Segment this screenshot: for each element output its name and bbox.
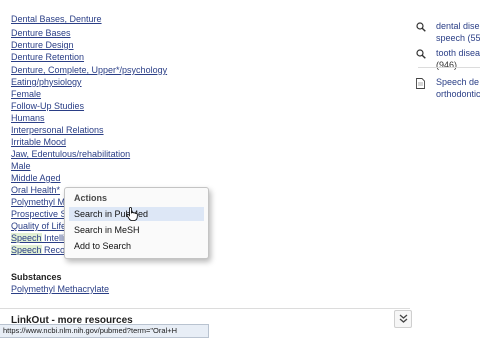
related-search-text: speech (55 (436, 33, 480, 43)
mesh-term-link[interactable]: Dental Bases, Denture (11, 14, 102, 25)
mesh-term-link[interactable]: Middle Aged (11, 173, 61, 184)
right-sidebar: dental dise speech (55 tooth disea (946) S… (412, 0, 480, 110)
browser-status-bar: https://www.ncbi.nlm.nih.gov/pubmed?term… (0, 324, 209, 338)
mesh-term-link[interactable]: Denture Retention (11, 52, 84, 63)
related-article-text: orthodontic (436, 89, 480, 99)
substances-heading: Substances (11, 272, 62, 282)
highlighted-term: Speech (11, 245, 42, 255)
result-count: (946) (436, 60, 458, 70)
section-divider (0, 308, 410, 309)
mesh-term-link[interactable]: Humans (11, 113, 45, 124)
search-icon (416, 49, 426, 61)
add-to-search-item[interactable]: Add to Search (69, 239, 204, 253)
mesh-term-link[interactable]: Denture, Complete, Upper*/psychology (11, 65, 167, 76)
mesh-term-link[interactable]: Male (11, 161, 31, 172)
related-search-text: tooth disea (436, 48, 480, 58)
mesh-term-link[interactable]: Jaw, Edentulous/rehabilitation (11, 149, 130, 160)
hand-pointer-icon (126, 207, 138, 223)
mesh-term-link[interactable]: Denture Design (11, 40, 74, 51)
document-icon (416, 78, 425, 91)
related-search-text: dental dise (436, 21, 480, 31)
mesh-term-link[interactable]: Denture Bases (11, 28, 71, 39)
related-article-text: Speech de (436, 77, 480, 87)
actions-context-menu: Actions Search in PubMed Search in MeSH … (64, 187, 209, 259)
search-in-mesh-item[interactable]: Search in MeSH (69, 223, 204, 237)
chevron-double-down-icon (399, 314, 408, 325)
mesh-term-link[interactable]: Irritable Mood (11, 137, 66, 148)
highlighted-term: Speech (11, 233, 42, 243)
expand-button[interactable] (394, 310, 412, 328)
menu-header: Actions (74, 193, 108, 203)
mesh-term-link[interactable]: Female (11, 89, 41, 100)
panel-divider (418, 67, 480, 68)
mesh-term-link[interactable]: Eating/physiology (11, 77, 82, 88)
substance-link[interactable]: Polymethyl Methacrylate (11, 284, 109, 294)
mesh-term-link-active[interactable]: Oral Health* (11, 185, 60, 196)
mesh-term-link[interactable]: Follow-Up Studies (11, 101, 84, 112)
mesh-term-link[interactable]: Quality of Life (11, 221, 66, 232)
mesh-term-link[interactable]: Interpersonal Relations (11, 125, 104, 136)
search-icon (416, 22, 426, 34)
